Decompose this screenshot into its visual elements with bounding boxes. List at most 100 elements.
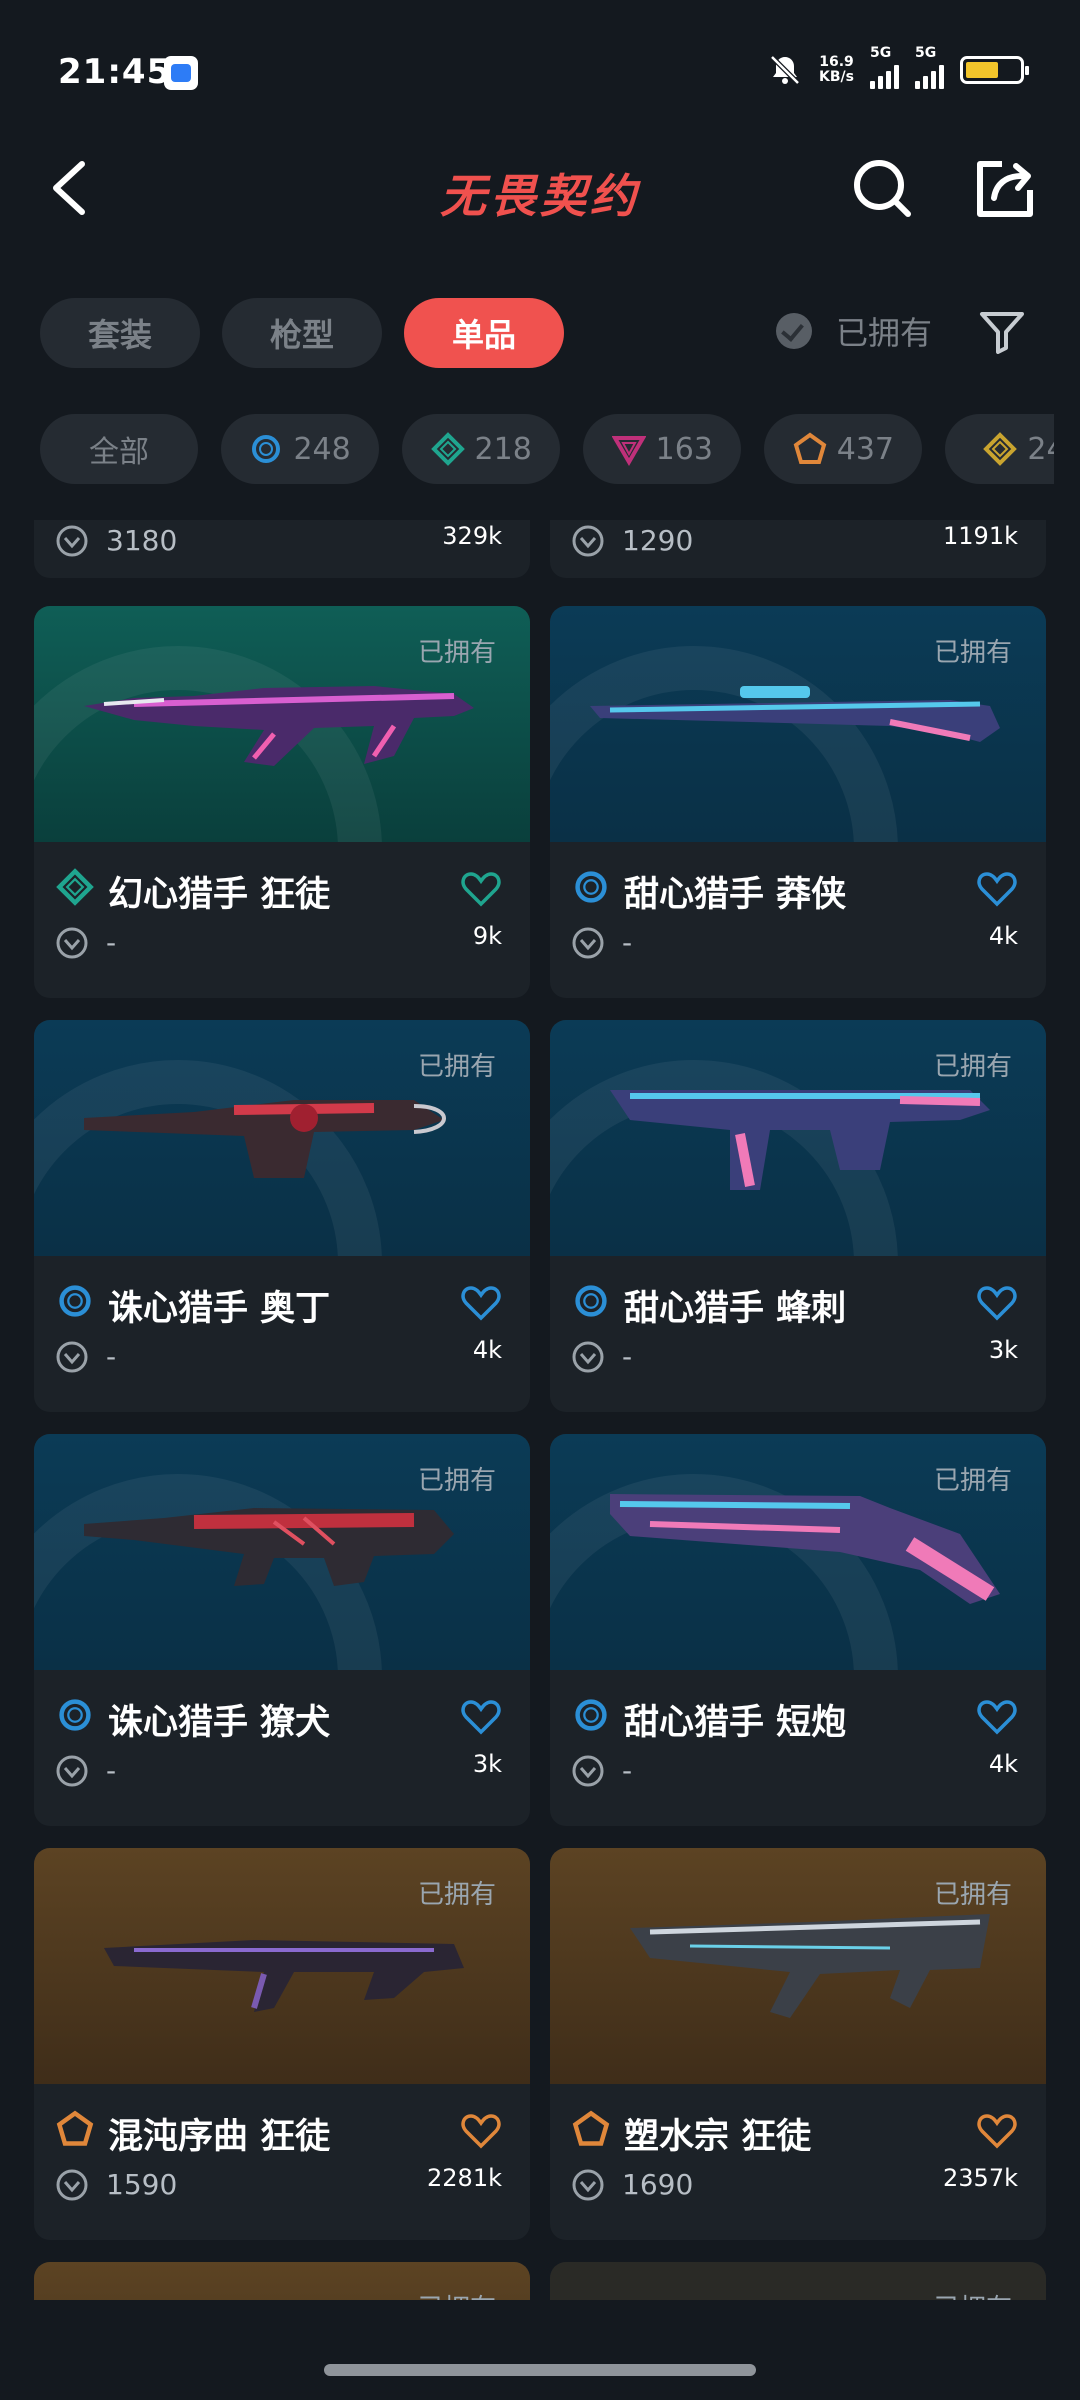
item-price: 3180 — [106, 524, 178, 557]
item-name: 诛心猎手 奥丁 — [108, 1289, 331, 1329]
item-card[interactable]: 已拥有 塑水宗 狂徒 1690 2357k — [550, 1848, 1046, 2240]
category-tabs: 套装 枪型 单品 — [40, 298, 564, 368]
item-card-partial[interactable]: 3180 329k — [34, 520, 530, 578]
net-speed-value: 16.9 — [819, 54, 854, 70]
app-notification-icon — [164, 56, 198, 90]
owned-tag: 已拥有 — [933, 1466, 1012, 1496]
status-bar: 21:45 16.9 KB/s 5G 5G — [0, 0, 1080, 120]
tab-single-items[interactable]: 单品 — [404, 298, 564, 368]
favorite-heart-icon[interactable] — [976, 1698, 1018, 1736]
owned-tag: 已拥有 — [418, 2288, 496, 2300]
vp-currency-icon — [56, 1755, 88, 1786]
ring-icon — [575, 871, 607, 903]
item-card[interactable]: 已拥有 甜心猎手 短炮 - 4k — [550, 1434, 1046, 1826]
item-likes: 4k — [472, 1336, 502, 1364]
price-row: - — [572, 1754, 632, 1787]
item-price: 1690 — [622, 2168, 694, 2201]
favorite-heart-icon[interactable] — [976, 1284, 1018, 1322]
diamond-icon — [430, 432, 465, 466]
owned-tag: 已拥有 — [933, 1880, 1012, 1910]
item-card[interactable]: 已拥有 诛心猎手 奥丁 - 4k — [34, 1020, 530, 1412]
item-name: 甜心猎手 莽侠 — [624, 875, 847, 915]
favorite-heart-icon[interactable] — [460, 1284, 502, 1322]
item-name: 塑水宗 狂徒 — [624, 2117, 812, 2157]
search-icon[interactable] — [850, 156, 914, 220]
vp-currency-icon — [56, 2169, 88, 2200]
signal-1-label: 5G — [870, 45, 892, 61]
tab-bundles[interactable]: 套装 — [40, 298, 200, 368]
item-card-partial[interactable]: 已拥有 — [550, 2262, 1046, 2300]
net-speed-unit: KB/s — [819, 69, 854, 85]
item-name: 甜心猎手 蜂刺 — [624, 1289, 847, 1329]
signal-icon: 5G — [915, 45, 944, 89]
status-time: 21:45 — [58, 52, 172, 92]
vp-currency-icon — [56, 1341, 88, 1372]
checkbox-icon[interactable] — [776, 313, 812, 349]
owned-filter-label: 已拥有 — [836, 314, 933, 352]
chip-label: 248 — [293, 431, 351, 467]
ring-icon — [575, 1699, 607, 1731]
item-card-partial[interactable]: 已拥有 — [34, 2262, 530, 2300]
home-indicator[interactable] — [324, 2364, 756, 2376]
price-row: - — [572, 926, 632, 959]
share-icon[interactable] — [972, 156, 1036, 220]
price-row: - — [56, 926, 116, 959]
price-row: 3180 — [56, 524, 177, 557]
mute-bell-icon — [770, 55, 800, 85]
item-card[interactable]: 已拥有 幻心猎手 狂徒 - 9k — [34, 606, 530, 998]
price-row: - — [572, 1340, 632, 1373]
chip-rarity-diamond-gold[interactable]: 24 — [945, 414, 1054, 484]
chip-all[interactable]: 全部 — [40, 414, 198, 484]
item-likes: 1191k — [943, 522, 1018, 550]
chip-label: 全部 — [89, 435, 149, 470]
favorite-heart-icon[interactable] — [460, 2112, 502, 2150]
ring-icon — [252, 435, 281, 463]
item-card[interactable]: 已拥有 混沌序曲 狂徒 1590 2281k — [34, 1848, 530, 2240]
item-likes: 2357k — [943, 2164, 1018, 2192]
status-right-group: 16.9 KB/s 5G 5G — [767, 45, 1029, 90]
item-price: - — [622, 1340, 633, 1373]
price-row: - — [56, 1754, 116, 1787]
vp-currency-icon — [572, 1755, 604, 1786]
rarity-filter-chips: 全部 248 218 163 437 24 — [40, 414, 1054, 484]
item-card-partial[interactable]: 1290 1191k — [550, 520, 1046, 578]
price-row: 1590 — [56, 2168, 177, 2201]
chip-rarity-pentagon[interactable]: 437 — [764, 414, 923, 484]
tab-gun-type[interactable]: 枪型 — [222, 298, 382, 368]
signal-2-label: 5G — [915, 45, 937, 61]
owned-tag: 已拥有 — [417, 638, 496, 668]
owned-filter-toggle[interactable]: 已拥有 — [776, 308, 932, 354]
item-likes: 4k — [988, 922, 1018, 950]
price-row: 1690 — [572, 2168, 693, 2201]
chip-rarity-triangle[interactable]: 163 — [583, 414, 742, 484]
filter-icon[interactable] — [978, 310, 1026, 354]
pentagon-icon — [56, 2110, 94, 2146]
item-price: 1290 — [622, 524, 694, 557]
item-price: - — [106, 1754, 117, 1787]
pentagon-icon — [572, 2110, 610, 2146]
item-grid: 3180 329k 1290 1191k 已拥有 幻心猎手 狂徒 - 9k 已拥… — [0, 520, 1080, 2300]
item-card[interactable]: 已拥有 诛心猎手 獠犬 - 3k — [34, 1434, 530, 1826]
chip-rarity-ring[interactable]: 248 — [221, 414, 380, 484]
item-name: 甜心猎手 短炮 — [624, 1703, 847, 1743]
ring-icon — [575, 1285, 607, 1317]
app-brand-logo: 无畏契约 — [440, 169, 640, 223]
item-price: - — [622, 926, 633, 959]
chip-label: 163 — [655, 431, 713, 467]
chip-rarity-diamond[interactable]: 218 — [402, 414, 561, 484]
item-card[interactable]: 已拥有 甜心猎手 莽侠 - 4k — [550, 606, 1046, 998]
favorite-heart-icon[interactable] — [460, 1698, 502, 1736]
item-likes: 9k — [472, 922, 502, 950]
triangle-icon — [611, 436, 646, 466]
item-name: 幻心猎手 狂徒 — [108, 875, 331, 915]
owned-tag: 已拥有 — [417, 1880, 496, 1910]
ring-icon — [59, 1285, 91, 1317]
favorite-heart-icon[interactable] — [976, 870, 1018, 908]
item-card[interactable]: 已拥有 甜心猎手 蜂刺 - 3k — [550, 1020, 1046, 1412]
owned-tag: 已拥有 — [417, 1466, 496, 1496]
item-price: - — [622, 1754, 633, 1787]
chip-label: 218 — [474, 431, 532, 467]
favorite-heart-icon[interactable] — [460, 870, 502, 908]
price-row: 1290 — [572, 524, 693, 557]
favorite-heart-icon[interactable] — [976, 2112, 1018, 2150]
